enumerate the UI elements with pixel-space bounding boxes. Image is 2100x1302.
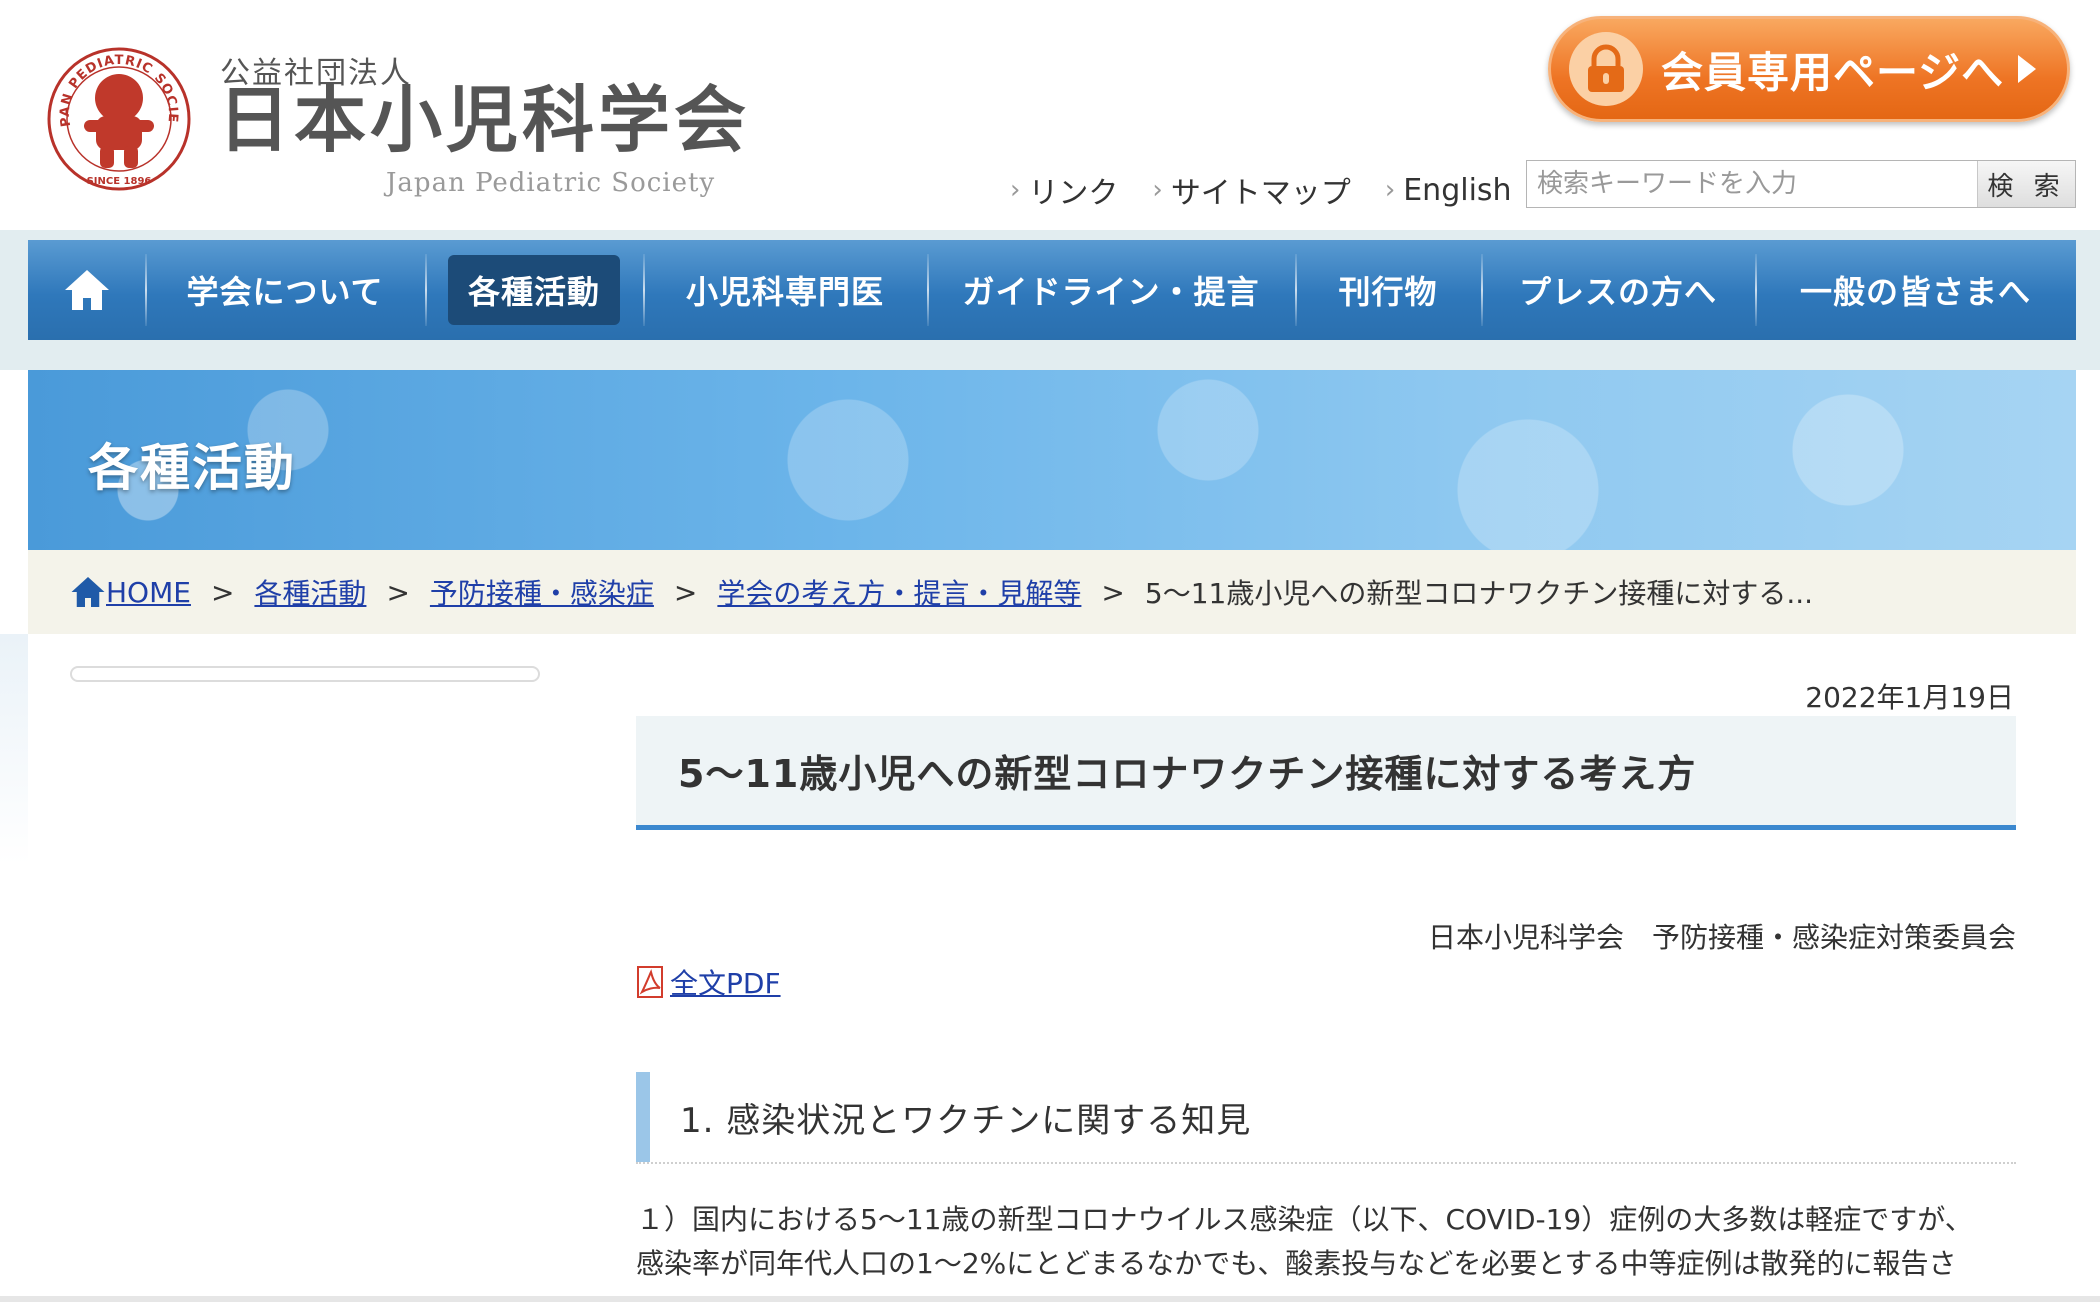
breadcrumb-separator: > [673, 575, 698, 609]
pdf-icon [637, 966, 663, 998]
logo-title[interactable]: 日本小児科学会 [218, 84, 750, 156]
home-icon [64, 270, 109, 310]
chevron-right-icon: › [1010, 175, 1021, 205]
svg-text:SINCE 1896: SINCE 1896 [87, 176, 152, 187]
window-bottom-edge [0, 1296, 2100, 1302]
hero-title: 各種活動 [88, 439, 296, 497]
left-gradient [0, 634, 28, 864]
logo-english: Japan Pediatric Society [386, 168, 716, 198]
nav-press[interactable]: プレスの方へ [1481, 240, 1755, 340]
member-page-label: 会員専用ページへ [1661, 47, 2005, 97]
full-text-pdf-link[interactable]: 全文PDF [670, 962, 781, 1002]
util-link-link[interactable]: › リンク [1010, 168, 1118, 212]
global-nav: 学会について 各種活動 小児科専門医 ガイドライン・提言 刊行物 プレスの方へ … [28, 240, 2076, 340]
nav-public[interactable]: 一般の皆さまへ [1755, 240, 2076, 340]
article-paragraph: １）国内における5〜11歳の新型コロナウイルス感染症（以下、COVID-19）症… [636, 1198, 2016, 1286]
breadcrumb-home[interactable]: HOME [70, 575, 191, 609]
play-arrow-icon [2018, 55, 2037, 83]
breadcrumb: HOME > 各種活動 > 予防接種・感染症 > 学会の考え方・提言・見解等 >… [28, 550, 2076, 634]
utility-links: › リンク › サイトマップ › English [1010, 168, 1546, 212]
nav-specialist[interactable]: 小児科専門医 [643, 240, 927, 340]
author-committee: 日本小児科学会 予防接種・感染症対策委員会 [1427, 921, 2016, 954]
search-input[interactable] [1527, 161, 1977, 207]
home-icon [71, 577, 105, 607]
lock-icon [1569, 32, 1643, 106]
site-header: JAPAN PEDIATRIC SOCIETY SINCE 1896 公益社団法… [0, 0, 2100, 230]
section-divider [636, 1162, 2016, 1164]
nav-guidelines[interactable]: ガイドライン・提言 [927, 240, 1295, 340]
breadcrumb-link-vaccination[interactable]: 予防接種・感染症 [430, 572, 654, 612]
pdf-download[interactable]: 全文PDF [636, 962, 781, 1002]
search-button[interactable]: 検 索 [1977, 161, 2075, 207]
nav-activities[interactable]: 各種活動 [425, 240, 643, 340]
section-heading: 1. 感染状況とワクチンに関する知見 [636, 1072, 2016, 1162]
breadcrumb-link-statements[interactable]: 学会の考え方・提言・見解等 [717, 572, 1081, 612]
nav-about[interactable]: 学会について [145, 240, 425, 340]
nav-publications[interactable]: 刊行物 [1295, 240, 1481, 340]
sidebar-divider [70, 666, 540, 682]
breadcrumb-current: 5〜11歳小児への新型コロナワクチン接種に対する... [1144, 577, 1814, 610]
paragraph-line: 感染率が同年代人口の1〜2%にとどまるなかでも、酸素投与などを必要とする中等症例… [636, 1247, 1957, 1280]
breadcrumb-separator: > [210, 575, 235, 609]
breadcrumb-separator: > [386, 575, 410, 609]
member-page-button[interactable]: 会員専用ページへ [1548, 16, 2070, 122]
publish-date: 2022年1月19日 [1805, 681, 2014, 714]
breadcrumb-separator: > [1101, 575, 1125, 609]
paragraph-line: １）国内における5〜11歳の新型コロナウイルス感染症（以下、COVID-19）症… [636, 1203, 1973, 1236]
page-hero-banner: 各種活動 [28, 370, 2076, 550]
breadcrumb-link-home[interactable]: HOME [106, 576, 191, 609]
search-box: 検 索 [1526, 160, 2076, 208]
breadcrumb-link-activities[interactable]: 各種活動 [254, 572, 366, 612]
page-title: 5〜11歳小児への新型コロナワクチン接種に対する考え方 [678, 752, 1697, 796]
society-seal-logo[interactable]: JAPAN PEDIATRIC SOCIETY SINCE 1896 [46, 46, 192, 192]
util-link-sitemap[interactable]: › サイトマップ [1152, 168, 1350, 212]
util-link-english[interactable]: › English [1385, 173, 1512, 208]
chevron-right-icon: › [1152, 175, 1163, 205]
nav-home[interactable] [28, 240, 145, 340]
chevron-right-icon: › [1384, 175, 1396, 205]
article-title-box: 5〜11歳小児への新型コロナワクチン接種に対する考え方 [636, 716, 2016, 830]
